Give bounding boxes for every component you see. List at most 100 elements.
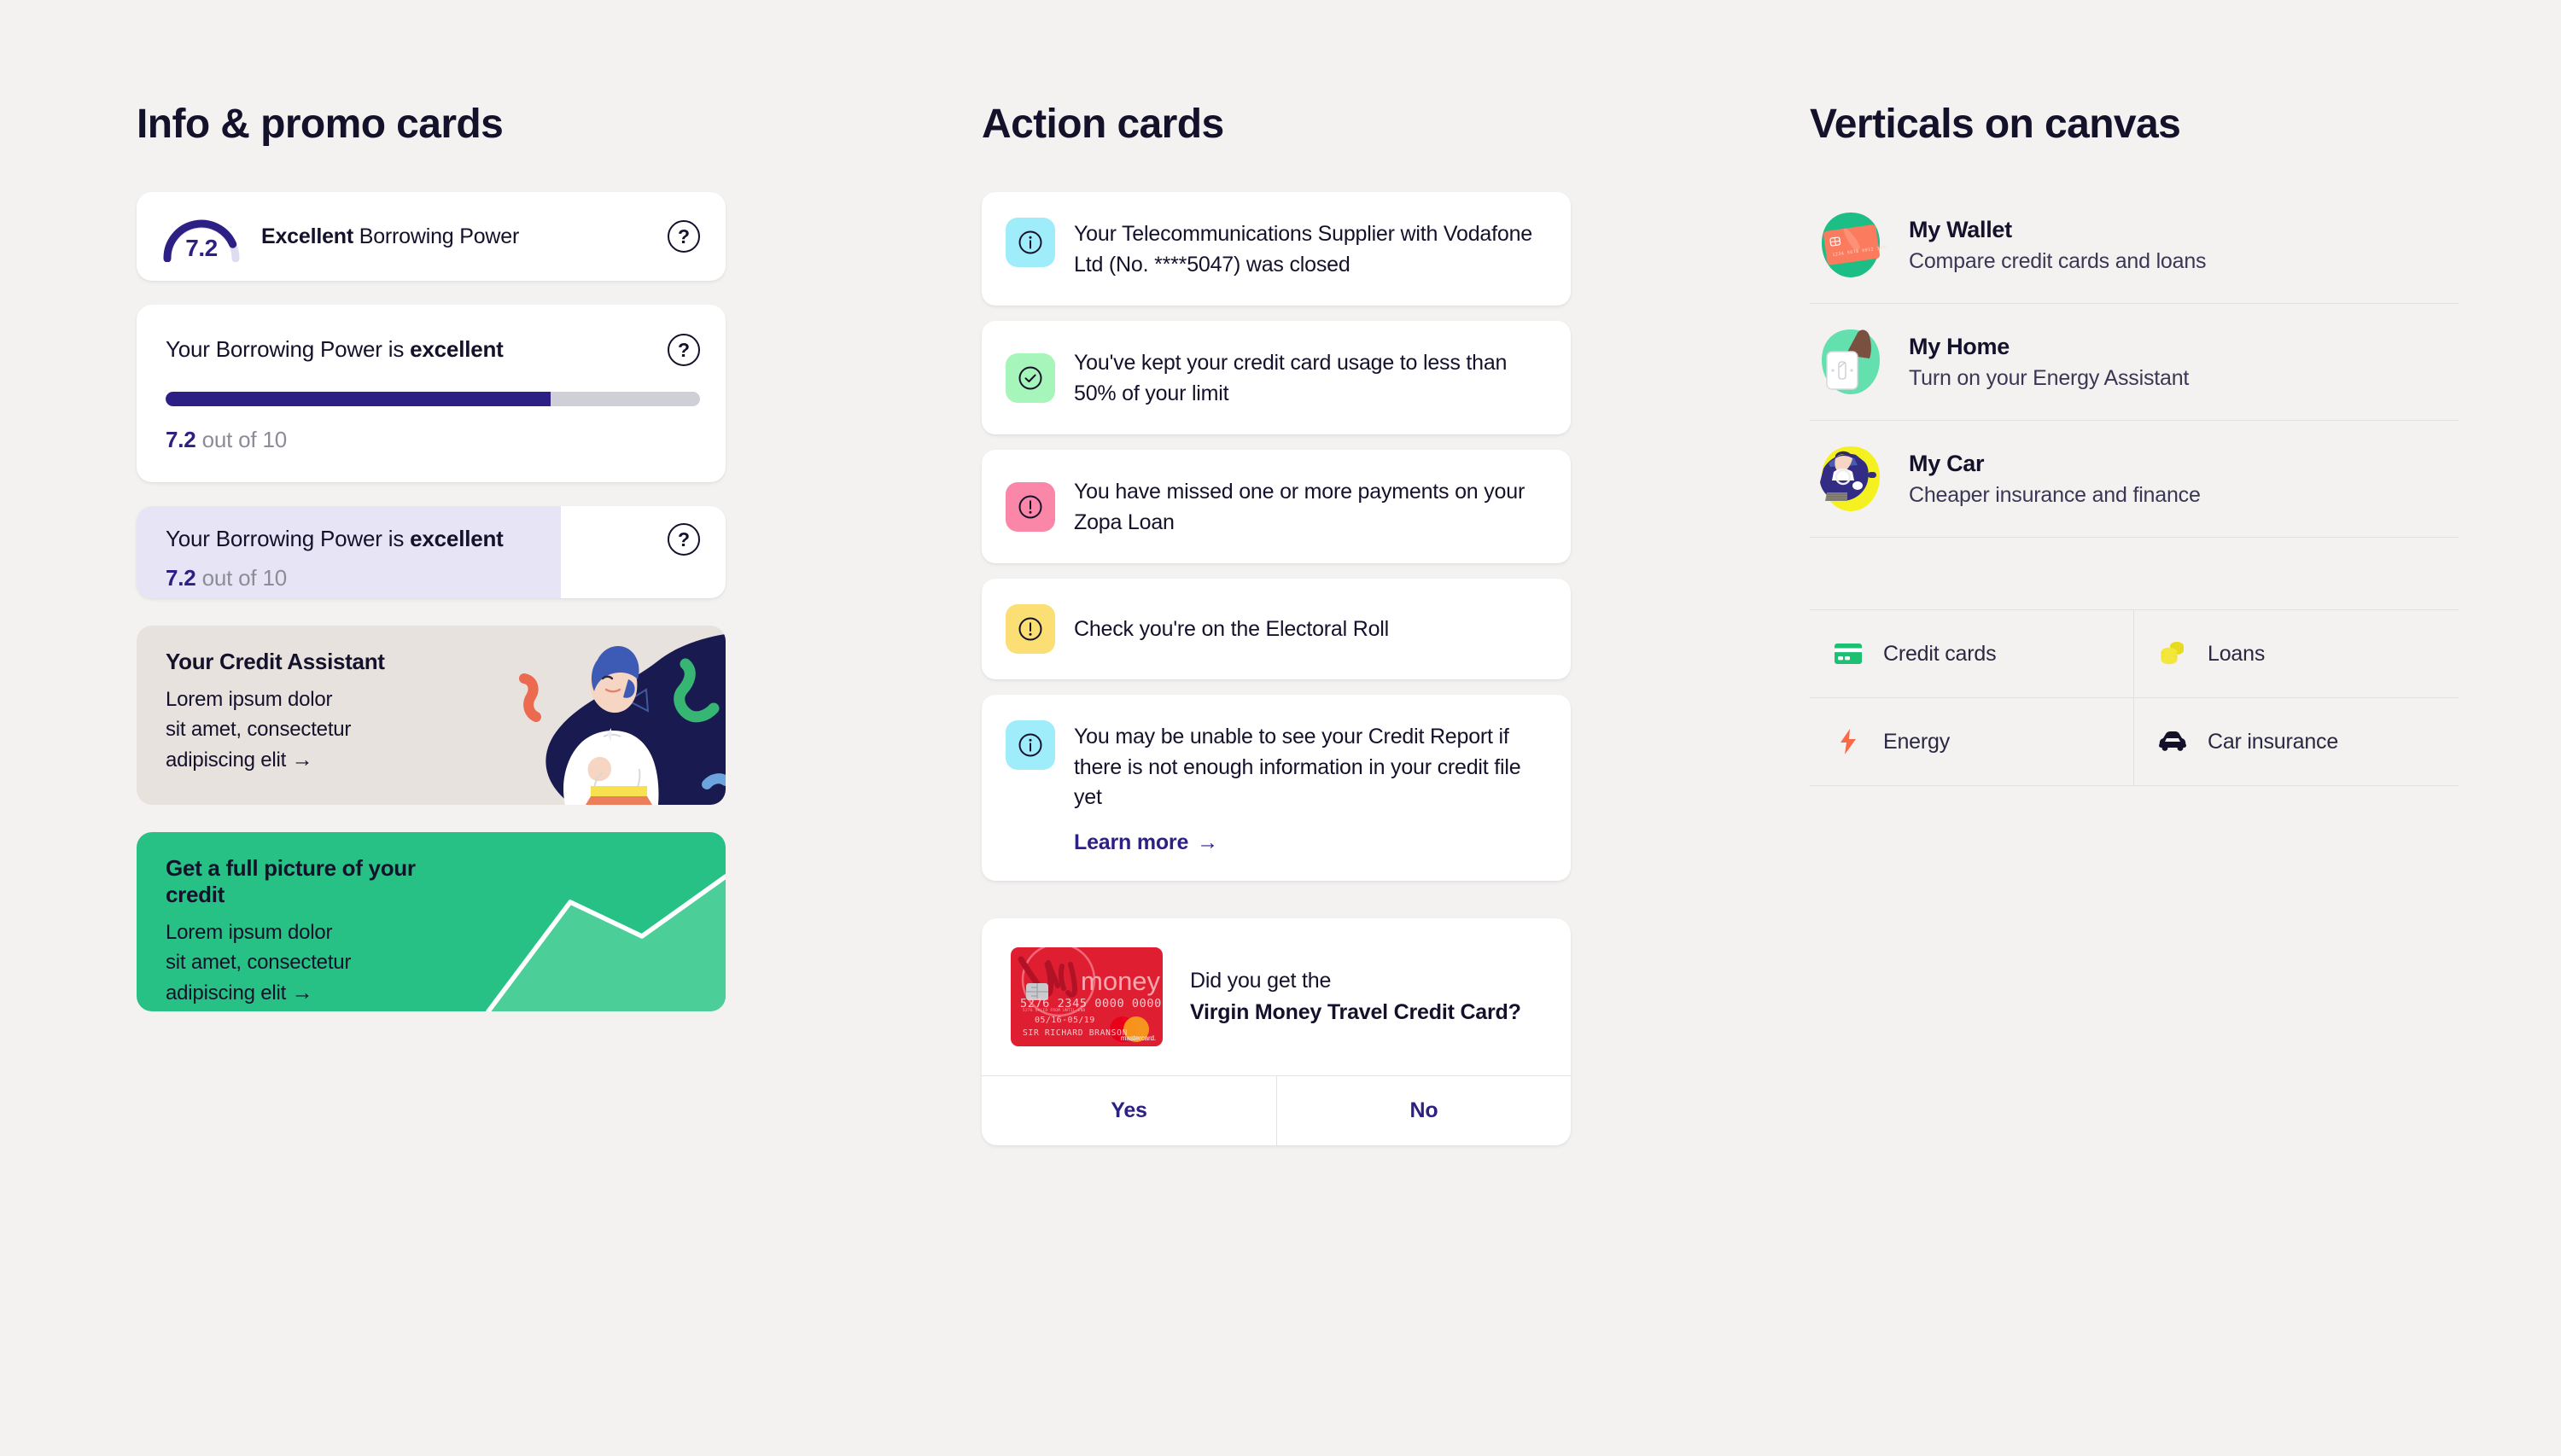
card-holder-name: SIR RICHARD BRANSON [1023,1028,1129,1038]
promo-line-1: Lorem ipsum dolor [166,688,333,711]
full-credit-picture-promo-text: Lorem ipsum dolor sit amet, consectetur … [166,918,418,1009]
action-cards-heading: Action cards [982,102,1224,147]
progress-score: 7.2 out of 10 [166,427,700,453]
full-credit-picture-promo-title: Get a full picture of your credit [166,855,416,907]
gauge-label-rest: Borrowing Power [353,224,520,248]
quick-link-credit-cards[interactable]: Credit cards [1810,610,2134,698]
virgin-money-card-art: money 5276 2345 0000 0000 5276 VALID FRO… [1011,946,1163,1046]
learn-more-label: Learn more [1074,830,1189,854]
card-valid-dates: 05/16-05/19 [1035,1015,1095,1025]
credit-assistant-promo-text: Lorem ipsum dolor sit amet, consectetur … [166,685,418,776]
action-card-text: You have missed one or more payments on … [1074,480,1526,534]
vertical-name: My Car [1909,450,1985,476]
progress-title-prefix: Your Borrowing Power is [166,336,411,362]
action-card-text: Your Telecommunications Supplier with Vo… [1074,222,1532,277]
quick-link-energy[interactable]: Energy [1810,698,2134,786]
action-card[interactable]: You've kept your credit card usage to le… [982,321,1571,434]
line-chart-illustration [444,832,726,1011]
gauge-score-value: 7.2 [185,235,218,261]
progress-bar-fill [166,392,551,406]
arrow-right-icon: → [291,748,313,772]
fill-title-prefix: Your Borrowing Power is [166,526,411,551]
vertical-text-my-wallet: My Wallet Compare credit cards and loans [1909,216,2207,274]
offer-yes-button[interactable]: Yes [982,1076,1276,1145]
borrowing-power-gauge-card[interactable]: 7.2 Excellent Borrowing Power ? [137,192,726,281]
vertical-subtitle: Cheaper insurance and finance [1909,482,2201,507]
info-circle-icon [1006,218,1055,267]
action-card[interactable]: Your Telecommunications Supplier with Vo… [982,192,1571,306]
offer-question-suffix: ? [1508,999,1521,1024]
action-card-text: You've kept your credit card usage to le… [1074,351,1508,405]
quick-link-loans[interactable]: Loans [2134,610,2459,698]
svg-text:money: money [1081,966,1161,996]
fill-card-score: 7.2 out of 10 [166,565,700,591]
action-card[interactable]: You may be unable to see your Credit Rep… [982,695,1571,881]
progress-card-header: Your Borrowing Power is excellent ? [166,334,700,366]
gauge-label: Excellent Borrowing Power [261,224,668,249]
promo-line-2: sit amet, consectetur [166,950,352,974]
car-driver-illustration [1815,443,1887,515]
vertical-row-my-wallet[interactable]: 1234 5678 9012 3456 My Wallet Compare cr… [1810,187,2459,304]
action-card[interactable]: Check you're on the Electoral Roll [982,579,1571,679]
info-circle-icon [1006,720,1055,770]
full-credit-picture-promo-body: Get a full picture of your credit Lorem … [137,832,418,1009]
credit-card-icon [1832,638,1864,670]
borrowing-power-fill-card[interactable]: Your Borrowing Power is excellent ? 7.2 … [137,506,726,598]
virgin-money-offer-card: money 5276 2345 0000 0000 5276 VALID FRO… [982,917,1571,1145]
action-cards-column: Action cards Your Telecommunications Sup… [982,0,1571,1145]
fill-card-content: Your Borrowing Power is excellent ? 7.2 … [137,506,726,598]
offer-question-line1: Did you get the [1190,969,1332,993]
credit-assistant-promo-body: Your Credit Assistant Lorem ipsum dolor … [137,626,418,776]
verticals-list: 1234 5678 9012 3456 My Wallet Compare cr… [1810,187,2459,538]
car-icon [2156,725,2189,758]
credit-assistant-promo-title: Your Credit Assistant [166,649,385,674]
vertical-name: My Home [1909,333,2010,359]
borrowing-power-gauge: 7.2 [160,211,242,262]
help-icon[interactable]: ? [668,334,700,366]
progress-score-value: 7.2 [166,427,196,452]
action-card[interactable]: You have missed one or more payments on … [982,450,1571,563]
lightning-bolt-icon [1832,725,1864,758]
quick-link-label: Energy [1883,729,1951,754]
borrowing-power-progress-card[interactable]: Your Borrowing Power is excellent ? 7.2 … [137,305,726,482]
vertical-subtitle: Compare credit cards and loans [1909,248,2207,273]
credit-assistant-illustration [470,626,726,805]
quick-link-label: Loans [2208,641,2266,666]
progress-title-strong: excellent [410,336,504,362]
help-icon[interactable]: ? [668,523,700,556]
vertical-text-my-car: My Car Cheaper insurance and finance [1909,451,2201,508]
action-card-text: You may be unable to see your Credit Rep… [1074,725,1521,809]
vertical-row-my-car[interactable]: My Car Cheaper insurance and finance [1810,421,2459,538]
info-promo-heading: Info & promo cards [137,102,504,147]
fill-score-value: 7.2 [166,565,196,591]
coins-icon [2156,638,2189,670]
offer-no-button[interactable]: No [1276,1075,1571,1145]
credit-assistant-promo-card[interactable]: Your Credit Assistant Lorem ipsum dolor … [137,626,726,805]
quick-link-label: Credit cards [1883,641,1997,666]
vertical-name: My Wallet [1909,216,2012,242]
info-card-stack: 7.2 Excellent Borrowing Power ? Your Bor… [137,192,726,1011]
vertical-subtitle: Turn on your Energy Assistant [1909,365,2190,390]
quick-link-label: Car insurance [2208,729,2339,754]
mastercard-logo-label: mastercard. [1120,1034,1156,1042]
help-icon[interactable]: ? [668,220,700,253]
home-lightswitch-illustration [1815,326,1887,398]
arrow-right-icon: → [291,981,313,1005]
learn-more-link[interactable]: Learn more → [1074,830,1218,855]
quick-links-grid: Credit cards Loans Energy Car insurance [1810,609,2459,786]
wallet-card-illustration: 1234 5678 9012 3456 [1815,209,1889,281]
fill-title-strong: excellent [410,526,504,551]
arrow-right-icon: → [1197,830,1218,854]
alert-circle-icon [1006,604,1055,654]
quick-link-car-insurance[interactable]: Car insurance [2134,698,2459,786]
offer-card-actions: Yes No [982,1075,1571,1145]
progress-bar-track [166,392,700,406]
card-micro-labels: 5276 VALID FROM UNTIL END [1023,1008,1086,1013]
verticals-heading: Verticals on canvas [1810,102,2181,147]
check-circle-icon [1006,352,1055,403]
full-credit-picture-promo-card[interactable]: Get a full picture of your credit Lorem … [137,832,726,1011]
fill-score-suffix: out of 10 [195,565,288,591]
vertical-row-my-home[interactable]: My Home Turn on your Energy Assistant [1810,304,2459,421]
action-card-stack: Your Telecommunications Supplier with Vo… [982,192,1571,1145]
offer-product-name: Virgin Money Travel Credit Card [1190,999,1508,1024]
